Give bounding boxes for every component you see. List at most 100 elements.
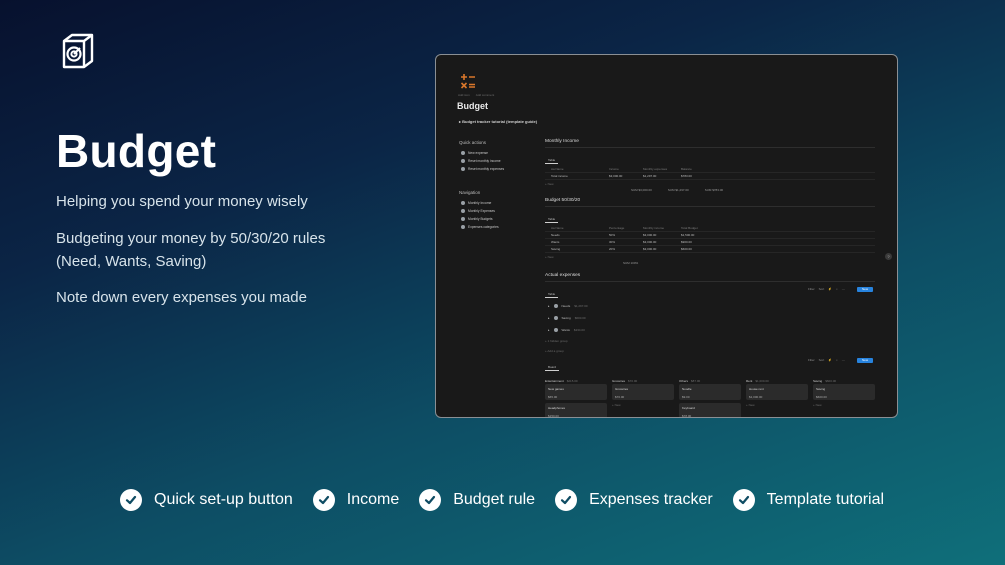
group-needs[interactable]: ▸ Needs $1,297.00 bbox=[545, 300, 875, 312]
board-toolbar: Filter Sort ⚡ ⌕ ⋯ bbox=[808, 358, 845, 362]
feature-list: Quick set-up button Income Budget rule E… bbox=[120, 489, 904, 511]
tagline-expenses: Note down every expenses you made bbox=[56, 289, 307, 306]
tutorial-toggle[interactable]: ▸ Budget tracker tutorial (template guid… bbox=[459, 119, 537, 124]
card-title: Keyboard bbox=[682, 406, 695, 410]
card-amount: $1,000.00 bbox=[749, 395, 763, 399]
table-row[interactable]: Wants 30% $3,000.00 $900.00 bbox=[545, 239, 875, 246]
new-row-button[interactable]: + New bbox=[545, 182, 875, 186]
table-cell: $3,000.00 bbox=[643, 233, 657, 237]
reset-income-button[interactable]: Reset monthly income bbox=[459, 157, 539, 165]
table-row[interactable]: Saving 20% $3,000.00 $600.00 bbox=[545, 246, 875, 253]
group-value: $1,297.00 bbox=[574, 304, 588, 308]
feature-item: Income bbox=[312, 489, 399, 511]
new-card-button[interactable]: + New bbox=[813, 403, 875, 407]
board-card[interactable]: Keyboard $78.00 bbox=[679, 403, 741, 418]
new-card-button[interactable]: + New bbox=[746, 403, 808, 407]
board-card[interactable]: Groceries $70.00 bbox=[612, 384, 674, 400]
feature-label: Expenses tracker bbox=[589, 491, 713, 508]
divider bbox=[545, 147, 875, 148]
new-row-button[interactable]: + New bbox=[545, 255, 875, 259]
table-cell: $3,000.00 bbox=[643, 247, 657, 251]
column-header: Saving $600.00 bbox=[813, 377, 875, 384]
math-operators-icon bbox=[460, 74, 475, 89]
card-title: New games bbox=[548, 387, 564, 391]
table-cell: $783.00 bbox=[681, 174, 692, 178]
divider bbox=[545, 206, 875, 207]
column-name: Groceries bbox=[612, 378, 626, 383]
new-expense-table-button[interactable]: New bbox=[857, 287, 873, 292]
nav-label: Monthly Income bbox=[468, 201, 492, 205]
table-header: Aa Name Income Monthly expenses Balance bbox=[545, 166, 875, 173]
more-icon[interactable]: ⋯ bbox=[842, 287, 845, 291]
hidden-groups-link[interactable]: + 1 hidden group bbox=[545, 339, 875, 343]
add-comment-link[interactable]: Add comment bbox=[476, 93, 495, 97]
new-card-button[interactable]: + New bbox=[612, 403, 674, 407]
new-board-card-button[interactable]: New bbox=[857, 358, 873, 363]
table-row[interactable]: Needs 50% $3,000.00 $1,500.00 bbox=[545, 232, 875, 239]
column-header: Income bbox=[609, 167, 619, 171]
feature-item: Quick set-up button bbox=[120, 489, 293, 511]
card-amount: $78.00 bbox=[682, 414, 692, 418]
card-title: Headphones bbox=[548, 406, 566, 410]
group-value: $234.00 bbox=[573, 328, 585, 332]
table-view-tab[interactable]: Table bbox=[545, 216, 559, 223]
nav-expenses-categories[interactable]: Expenses categories bbox=[459, 223, 539, 231]
more-icon[interactable]: ⋯ bbox=[842, 358, 845, 362]
filter-button[interactable]: Filter bbox=[808, 358, 815, 362]
automation-icon[interactable]: ⚡ bbox=[828, 287, 832, 291]
plus-icon bbox=[461, 151, 465, 155]
navigation: Navigation Monthly Income Monthly Expens… bbox=[459, 190, 539, 231]
add-group-button[interactable]: + Add a group bbox=[545, 349, 875, 353]
group-value: $600.00 bbox=[574, 316, 586, 320]
budget-rule-section: Budget 50/30/20 Table Aa Name Percentage… bbox=[545, 198, 875, 265]
search-icon[interactable]: ⌕ bbox=[836, 287, 838, 291]
automation-icon[interactable]: ⚡ bbox=[828, 358, 832, 362]
board-card[interactable]: Saving $600.00 bbox=[813, 384, 875, 400]
page-icon bbox=[461, 201, 465, 205]
nav-label: Monthly Budgets bbox=[468, 217, 493, 221]
column-header: Monthly expenses bbox=[643, 167, 668, 171]
quick-actions: Quick actions New expense Reset monthly … bbox=[459, 140, 539, 173]
card-amount: $600.00 bbox=[816, 395, 827, 399]
board-columns: Entertainment $215.00 New games $65.00 Hea… bbox=[545, 377, 875, 418]
group-icon bbox=[553, 328, 558, 332]
card-amount: $9.00 bbox=[682, 395, 690, 399]
new-expense-button[interactable]: New expense bbox=[459, 149, 539, 157]
add-icon-link[interactable]: Add icon bbox=[458, 93, 470, 97]
sort-button[interactable]: Sort bbox=[819, 358, 825, 362]
board-card[interactable]: House rent $1,000.00 bbox=[746, 384, 808, 400]
nav-monthly-expenses[interactable]: Monthly Expenses bbox=[459, 207, 539, 215]
column-header: Percentage bbox=[609, 226, 625, 230]
tagline-spend: Helping you spend your money wisely bbox=[56, 193, 308, 210]
board-card[interactable]: Headphones $150.00 bbox=[545, 403, 607, 417]
quick-action-label: Reset monthly expenses bbox=[468, 167, 505, 171]
board-card[interactable]: Noodle $9.00 bbox=[679, 384, 741, 400]
help-button[interactable]: ? bbox=[885, 253, 892, 260]
filter-button[interactable]: Filter bbox=[808, 287, 815, 291]
board-card[interactable]: New games $65.00 bbox=[545, 384, 607, 400]
column-header: Balance bbox=[681, 167, 692, 171]
nav-monthly-budgets[interactable]: Monthly Budgets bbox=[459, 215, 539, 223]
column-header: Others $87.00 bbox=[679, 377, 741, 384]
quick-actions-title: Quick actions bbox=[459, 140, 487, 145]
sum-cell: SUM $1,297.00 bbox=[667, 188, 689, 192]
table-view-tab[interactable]: Table bbox=[545, 157, 559, 164]
board-view-tab[interactable]: Board bbox=[545, 364, 560, 371]
check-circle-icon bbox=[120, 489, 142, 511]
sort-button[interactable]: Sort bbox=[819, 287, 825, 291]
group-wants[interactable]: ▸ Wants $234.00 bbox=[545, 324, 875, 336]
search-icon[interactable]: ⌕ bbox=[836, 358, 838, 362]
card-title: Groceries bbox=[615, 387, 629, 391]
nav-monthly-income[interactable]: Monthly Income bbox=[459, 199, 539, 207]
actual-expenses-title: Actual expenses bbox=[545, 273, 581, 278]
group-icon bbox=[553, 316, 558, 320]
table-view-tab[interactable]: Table bbox=[545, 291, 559, 298]
reset-expenses-button[interactable]: Reset monthly expenses bbox=[459, 165, 539, 173]
card-amount: $70.00 bbox=[615, 395, 625, 399]
column-header: Total Budget bbox=[681, 226, 698, 230]
column-name: Rent bbox=[746, 378, 753, 383]
column-value: $215.00 bbox=[566, 378, 578, 383]
group-saving[interactable]: ▸ Saving $600.00 bbox=[545, 312, 875, 324]
table-row[interactable]: Total income $3,000.00 $1,297.00 $783.00 bbox=[545, 173, 875, 180]
table-cell: $1,500.00 bbox=[681, 233, 695, 237]
